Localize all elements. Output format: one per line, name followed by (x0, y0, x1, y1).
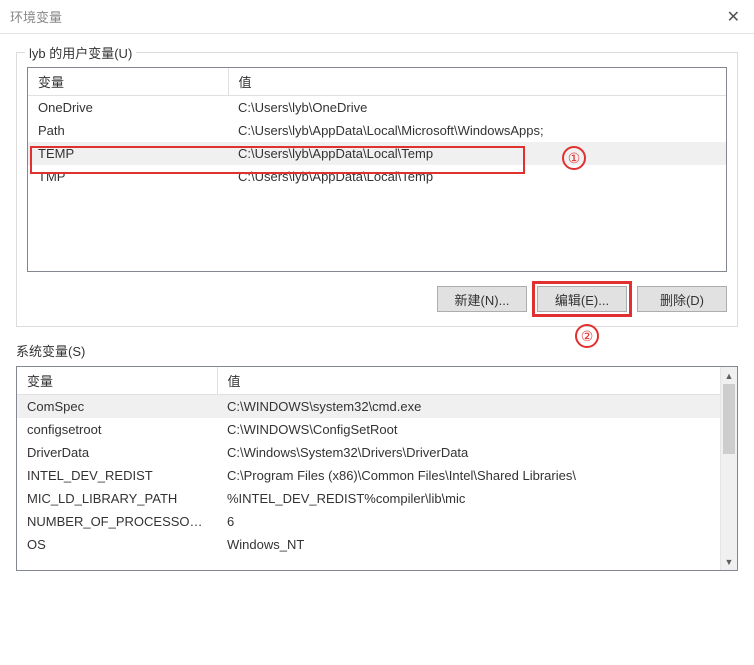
edit-button[interactable]: 编辑(E)... (537, 286, 627, 312)
cell-val: C:\Users\lyb\AppData\Local\Microsoft\Win… (228, 119, 726, 142)
cell-val: Windows_NT (217, 533, 720, 556)
table-row[interactable]: DriverData C:\Windows\System32\Drivers\D… (17, 441, 720, 464)
cell-var: OneDrive (28, 96, 228, 120)
table-row[interactable]: TEMP C:\Users\lyb\AppData\Local\Temp (28, 142, 726, 165)
cell-var: configsetroot (17, 418, 217, 441)
table-row[interactable]: ComSpec C:\WINDOWS\system32\cmd.exe (17, 395, 720, 419)
scrollbar[interactable]: ▲ ▼ (720, 367, 737, 570)
table-row[interactable]: configsetroot C:\WINDOWS\ConfigSetRoot (17, 418, 720, 441)
cell-val: C:\Program Files (x86)\Common Files\Inte… (217, 464, 720, 487)
header-variable[interactable]: 变量 (28, 68, 228, 96)
cell-var: TMP (28, 165, 228, 188)
titlebar: 环境变量 ✕ (0, 0, 754, 34)
system-vars-legend: 系统变量(S) (16, 341, 738, 360)
cell-var: OS (17, 533, 217, 556)
table-row[interactable]: Path C:\Users\lyb\AppData\Local\Microsof… (28, 119, 726, 142)
cell-var: TEMP (28, 142, 228, 165)
env-vars-dialog: 环境变量 ✕ lyb 的用户变量(U) 变量 值 OneDrive (0, 0, 754, 665)
cell-var: Path (28, 119, 228, 142)
cell-val: C:\Users\lyb\OneDrive (228, 96, 726, 120)
table-row[interactable]: OneDrive C:\Users\lyb\OneDrive (28, 96, 726, 120)
cell-val: 6 (217, 510, 720, 533)
system-vars-table-wrap: 变量 值 ComSpec C:\WINDOWS\system32\cmd.exe… (16, 366, 738, 571)
user-vars-legend: lyb 的用户变量(U) (25, 43, 136, 62)
user-vars-header-row: 变量 值 (28, 68, 726, 96)
system-vars-table: 变量 值 ComSpec C:\WINDOWS\system32\cmd.exe… (17, 367, 720, 556)
dialog-content: lyb 的用户变量(U) 变量 值 OneDrive C:\Users\lyb\… (0, 34, 754, 571)
cell-val: %INTEL_DEV_REDIST%compiler\lib\mic (217, 487, 720, 510)
cell-var: ComSpec (17, 395, 217, 419)
cell-var: MIC_LD_LIBRARY_PATH (17, 487, 217, 510)
scroll-up-icon[interactable]: ▲ (721, 367, 737, 384)
table-row[interactable]: OS Windows_NT (17, 533, 720, 556)
cell-val: C:\Users\lyb\AppData\Local\Temp (228, 142, 726, 165)
user-vars-table-wrap: 变量 值 OneDrive C:\Users\lyb\OneDrive Path… (27, 67, 727, 272)
cell-var: NUMBER_OF_PROCESSORS (17, 510, 217, 533)
user-vars-group: lyb 的用户变量(U) 变量 值 OneDrive C:\Users\lyb\… (16, 52, 738, 327)
system-vars-header-row: 变量 值 (17, 367, 720, 395)
new-button[interactable]: 新建(N)... (437, 286, 527, 312)
table-row[interactable]: NUMBER_OF_PROCESSORS 6 (17, 510, 720, 533)
header-value[interactable]: 值 (217, 367, 720, 395)
table-row[interactable]: INTEL_DEV_REDIST C:\Program Files (x86)\… (17, 464, 720, 487)
header-value[interactable]: 值 (228, 68, 726, 96)
user-vars-table: 变量 值 OneDrive C:\Users\lyb\OneDrive Path… (28, 68, 726, 188)
header-variable[interactable]: 变量 (17, 367, 217, 395)
user-vars-buttons: 新建(N)... 编辑(E)... 删除(D) ② (27, 286, 727, 312)
scroll-down-icon[interactable]: ▼ (721, 553, 737, 570)
delete-button[interactable]: 删除(D) (637, 286, 727, 312)
cell-val: C:\Users\lyb\AppData\Local\Temp (228, 165, 726, 188)
table-row[interactable]: TMP C:\Users\lyb\AppData\Local\Temp (28, 165, 726, 188)
cell-val: C:\WINDOWS\system32\cmd.exe (217, 395, 720, 419)
table-row[interactable]: MIC_LD_LIBRARY_PATH %INTEL_DEV_REDIST%co… (17, 487, 720, 510)
close-icon[interactable]: ✕ (706, 7, 746, 27)
cell-var: DriverData (17, 441, 217, 464)
scroll-thumb[interactable] (723, 384, 735, 454)
window-title: 环境变量 (10, 7, 62, 26)
cell-var: INTEL_DEV_REDIST (17, 464, 217, 487)
cell-val: C:\Windows\System32\Drivers\DriverData (217, 441, 720, 464)
cell-val: C:\WINDOWS\ConfigSetRoot (217, 418, 720, 441)
